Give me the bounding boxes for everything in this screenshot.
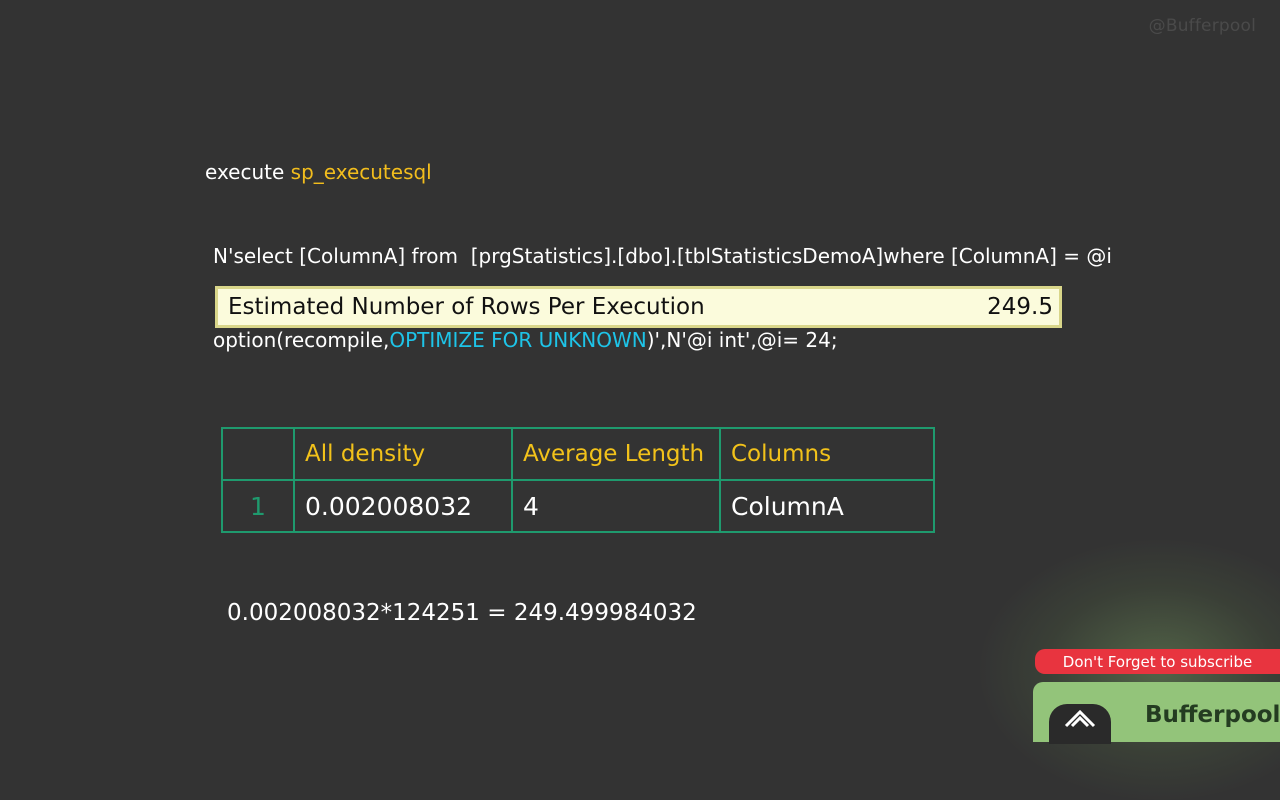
estimated-rows-label: Estimated Number of Rows Per Execution [228, 294, 705, 320]
code-line-3: option(recompile,OPTIMIZE FOR UNKNOWN)',… [205, 326, 1112, 354]
density-vector-table: All density Average Length Columns 1 0.0… [221, 427, 935, 533]
sql-code-block: execute sp_executesql N'select [ColumnA]… [205, 102, 1112, 382]
estimated-rows-panel: Estimated Number of Rows Per Execution 2… [215, 286, 1062, 328]
table-cell-row-number: 1 [221, 479, 295, 533]
table-cell-columns: ColumnA [719, 479, 935, 533]
estimated-rows-value: 249.5 [987, 294, 1053, 320]
code-optimize-hint: OPTIMIZE FOR UNKNOWN [389, 328, 647, 352]
table-header-columns: Columns [719, 427, 935, 481]
code-option-suffix: )',N'@i int',@i= 24; [646, 328, 838, 352]
code-line-1: execute sp_executesql [205, 158, 1112, 186]
subscribe-banner[interactable]: Don't Forget to subscribe [1035, 649, 1280, 674]
channel-card[interactable]: Bufferpool [1033, 682, 1280, 744]
calculation-formula: 0.002008032*124251 = 249.499984032 [227, 600, 697, 626]
code-option-prefix: option(recompile, [213, 328, 390, 352]
bufferpool-logo-icon [1049, 704, 1111, 744]
watermark: @Bufferpool [1148, 16, 1256, 36]
code-procedure-name: sp_executesql [290, 160, 432, 184]
table-cell-average-length: 4 [511, 479, 721, 533]
channel-name: Bufferpool [1145, 702, 1280, 728]
table-header-index [221, 427, 295, 481]
table-header-average-length: Average Length [511, 427, 721, 481]
table-row: 1 0.002008032 4 ColumnA [221, 479, 935, 533]
code-line-2: N'select [ColumnA] from [prgStatistics].… [213, 244, 1112, 268]
code-execute-keyword: execute [205, 160, 291, 184]
table-header-row: All density Average Length Columns [221, 427, 935, 481]
table-header-all-density: All density [293, 427, 513, 481]
table-cell-all-density: 0.002008032 [293, 479, 513, 533]
